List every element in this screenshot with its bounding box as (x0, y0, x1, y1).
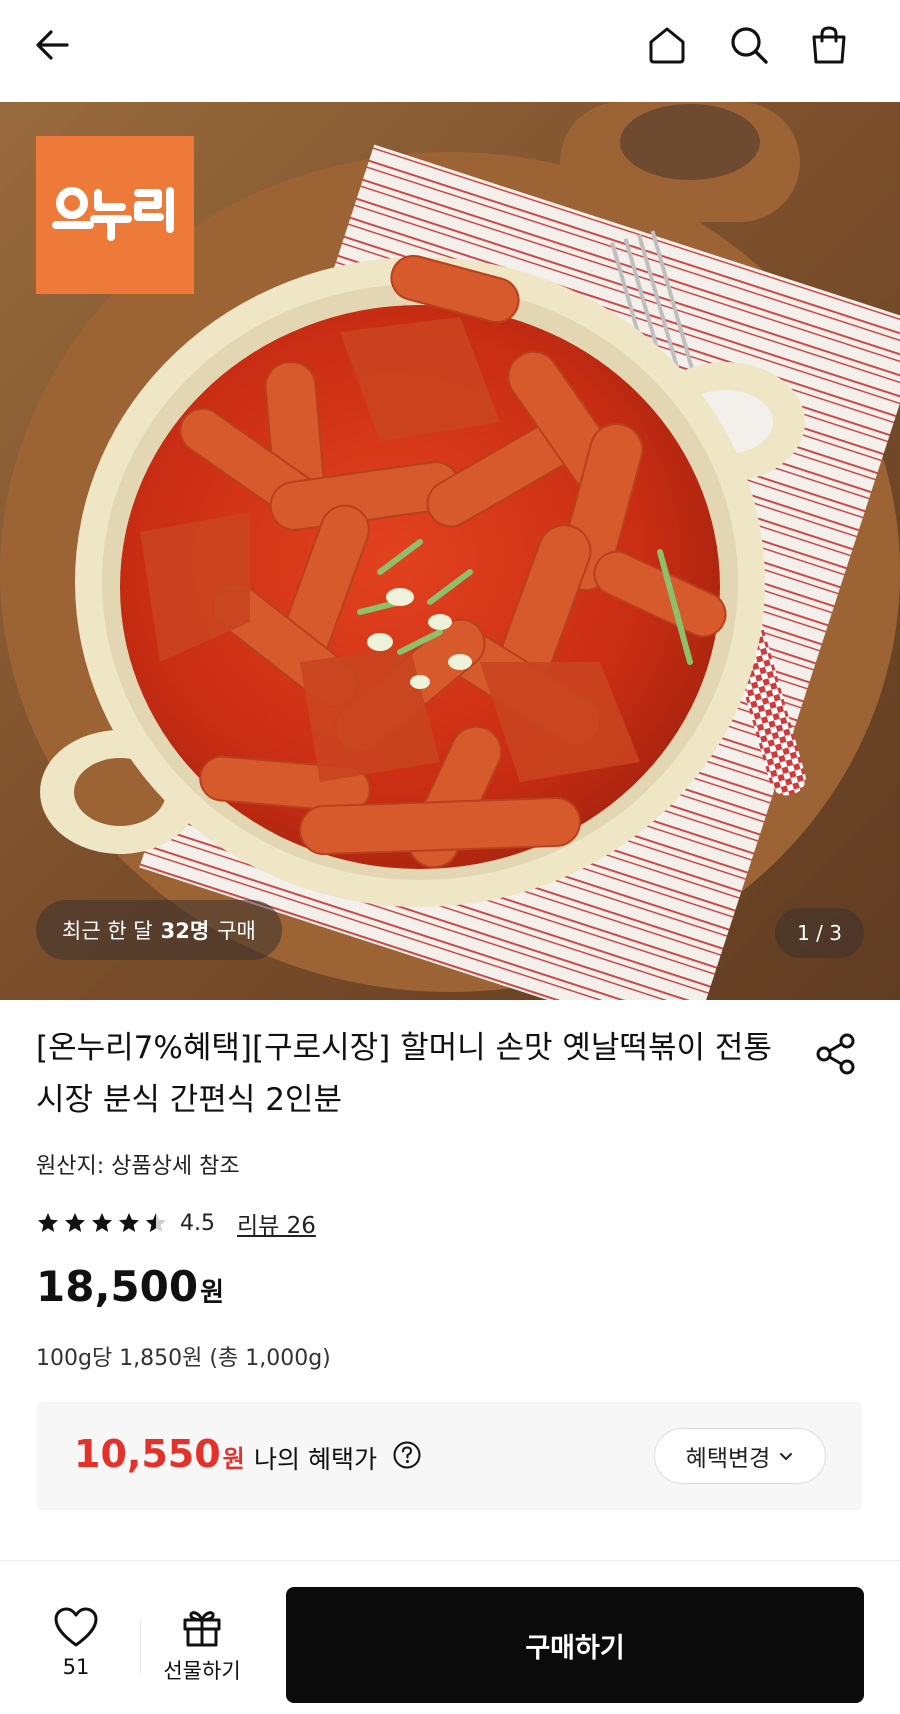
bottom-action-bar: 51 선물하기 구매하기 (0, 1560, 900, 1714)
star-half-icon (146, 1213, 166, 1232)
product-title: [온누리7%혜택][구로시장] 할머니 손맛 옛날떡볶이 전통시장 분식 간편식… (36, 1030, 772, 1118)
carousel-page-indicator: 1 / 3 (775, 908, 864, 958)
product-price: 18,500 원 (36, 1262, 224, 1311)
shopping-bag-icon[interactable] (806, 22, 852, 68)
benefit-price-box: 10,550 원 나의 혜택가 혜택변경 (36, 1402, 862, 1510)
product-image-carousel[interactable]: 최근 한 달 32명 구매 1 / 3 (0, 102, 900, 1000)
price-currency: 원 (200, 1278, 224, 1308)
bottom-divider (140, 1621, 141, 1673)
top-nav-bar (0, 0, 900, 102)
rating-row: 4.5 리뷰 26 (36, 1206, 316, 1240)
benefit-price-value: 10,550 (74, 1432, 221, 1476)
origin-info: 원산지: 상품상세 참조 (36, 1154, 240, 1179)
back-arrow-icon[interactable] (30, 22, 76, 68)
change-benefit-button[interactable]: 혜택변경 (654, 1428, 826, 1484)
question-circle-icon[interactable] (392, 1440, 422, 1470)
like-button[interactable]: 51 (40, 1605, 112, 1679)
benefit-price-currency: 원 (222, 1445, 245, 1473)
like-count: 51 (62, 1655, 90, 1679)
purchase-prefix: 최근 한 달 (62, 919, 153, 943)
unit-price: 100g당 1,850원 (총 1,000g) (36, 1346, 331, 1371)
review-count-link[interactable]: 리뷰 26 (237, 1206, 316, 1240)
onnuri-brand-logo (36, 136, 194, 294)
recent-purchase-badge: 최근 한 달 32명 구매 (36, 900, 282, 960)
gift-icon (183, 1611, 221, 1647)
chevron-down-icon (780, 1453, 793, 1460)
search-icon[interactable] (726, 22, 772, 68)
purchase-count: 32명 (160, 919, 210, 943)
rating-stars (36, 1211, 168, 1235)
benefit-price: 10,550 원 (74, 1432, 245, 1476)
home-icon[interactable] (644, 22, 690, 68)
star-full-icon (65, 1213, 85, 1232)
star-full-icon (92, 1213, 112, 1232)
onnuri-logo-mark (52, 187, 174, 241)
heart-icon (54, 1607, 98, 1647)
gift-button[interactable]: 선물하기 (156, 1605, 248, 1685)
share-icon[interactable] (812, 1030, 860, 1078)
rating-value: 4.5 (180, 1210, 215, 1236)
star-full-icon (38, 1213, 58, 1232)
change-benefit-label: 혜택변경 (685, 1446, 771, 1472)
purchase-suffix: 구매 (217, 919, 256, 943)
buy-button[interactable]: 구매하기 (286, 1587, 864, 1703)
star-full-icon (119, 1213, 139, 1232)
benefit-label: 나의 혜택가 (254, 1445, 377, 1474)
gift-label: 선물하기 (163, 1659, 241, 1683)
price-value: 18,500 (36, 1262, 199, 1311)
